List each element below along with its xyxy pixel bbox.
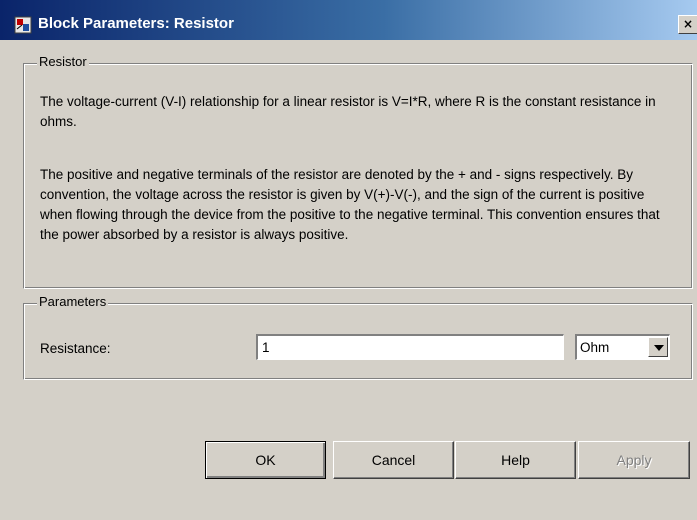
close-icon: × bbox=[682, 17, 694, 31]
description-paragraph-1: The voltage-current (V-I) relationship f… bbox=[40, 94, 656, 129]
resistance-label: Resistance: bbox=[40, 341, 111, 356]
resistance-input[interactable] bbox=[256, 334, 564, 360]
resistance-unit-value: Ohm bbox=[580, 340, 610, 355]
ok-button[interactable]: OK bbox=[205, 441, 326, 479]
close-button[interactable]: × bbox=[678, 15, 697, 34]
help-button[interactable]: Help bbox=[455, 441, 576, 479]
title-bar[interactable]: Block Parameters: Resistor × bbox=[0, 0, 697, 40]
chevron-down-icon[interactable] bbox=[648, 337, 668, 357]
description-paragraph-2: The positive and negative terminals of t… bbox=[40, 167, 660, 242]
apply-button[interactable]: Apply bbox=[578, 441, 690, 479]
description-legend: Resistor bbox=[37, 54, 89, 70]
cancel-button[interactable]: Cancel bbox=[333, 441, 454, 479]
simulink-block-icon bbox=[14, 16, 32, 34]
parameters-legend: Parameters bbox=[37, 294, 109, 310]
resistance-unit-select[interactable]: Ohm bbox=[575, 334, 670, 360]
window-title: Block Parameters: Resistor bbox=[38, 15, 234, 32]
